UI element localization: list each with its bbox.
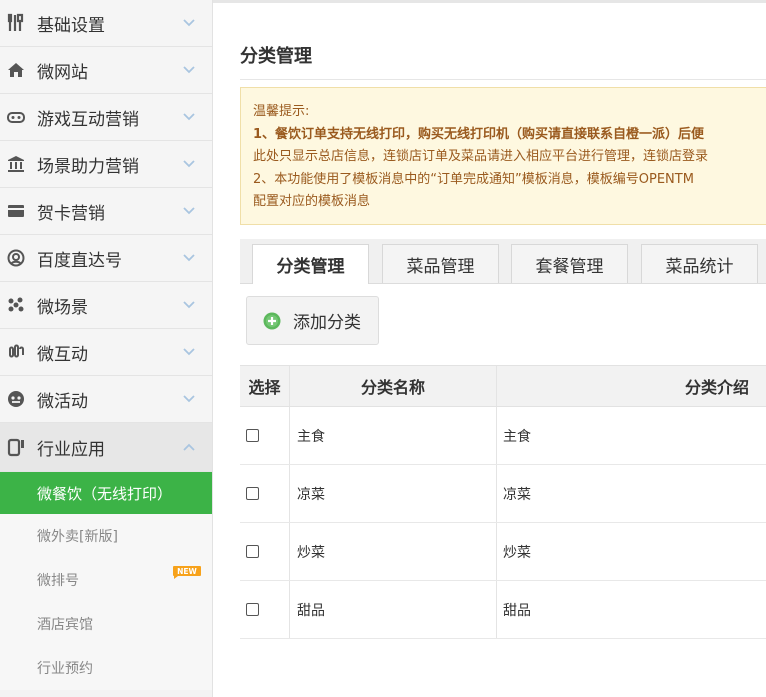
notice-heading: 温馨提示:: [253, 104, 310, 119]
chevron-down-icon: [183, 19, 195, 27]
sidebar-item-label: 基础设置: [37, 15, 105, 36]
sidebar-subitem-label: 酒店宾馆: [37, 617, 93, 633]
sidebar-subitem-reservation[interactable]: 行业预约: [0, 646, 212, 690]
sidebar-item-micro-activity[interactable]: 微活动: [0, 376, 212, 423]
tab-label: 菜品管理: [406, 256, 475, 277]
chevron-down-icon: [183, 254, 195, 262]
sidebar-item-label: 贺卡营销: [37, 203, 105, 224]
sidebar-item-greeting-card[interactable]: 贺卡营销: [0, 188, 212, 235]
sidebar-item-label: 微互动: [37, 344, 88, 365]
sidebar-subitem-label: 微外卖[新版]: [37, 529, 118, 545]
plus-circle-icon: [263, 312, 281, 329]
sidebar-item-micro-scene[interactable]: 微场景: [0, 282, 212, 329]
chevron-down-icon: [183, 395, 195, 403]
tab-bar: 分类管理 菜品管理 套餐管理 菜品统计: [240, 239, 766, 284]
row-checkbox[interactable]: [246, 603, 259, 616]
sidebar-subitem-queue[interactable]: 微排号 NEW: [0, 558, 212, 602]
chevron-down-icon: [183, 66, 195, 74]
sidebar-item-basic-settings[interactable]: 基础设置: [0, 0, 212, 47]
sidebar-item-micro-interaction[interactable]: 微互动: [0, 329, 212, 376]
sidebar: 基础设置 微网站 游戏互动营销 场景助力营销 贺卡营销 百度直达号 微场景 微互…: [0, 0, 213, 697]
cell-category-intro: 甜品: [496, 581, 766, 638]
sidebar-item-game-marketing[interactable]: 游戏互动营销: [0, 94, 212, 141]
header-select: 选择: [248, 378, 281, 397]
tab-set-meal-management[interactable]: 套餐管理: [511, 244, 628, 283]
sidebar-item-industry-apps[interactable]: 行业应用: [0, 423, 212, 472]
chevron-up-icon: [183, 443, 195, 451]
add-category-label: 添加分类: [293, 313, 361, 333]
notice-line: 配置对应的模板消息: [253, 194, 371, 209]
notice-line: 1、餐饮订单支持无线打印，购买无线打印机（购买请直接联系自橙一派）后便: [253, 126, 705, 142]
header-category-name: 分类名称: [289, 366, 496, 406]
sidebar-item-label: 游戏互动营销: [37, 109, 139, 130]
title-divider: [240, 79, 766, 80]
chevron-down-icon: [183, 348, 195, 356]
cell-category-name: 凉菜: [289, 465, 496, 522]
table-header: 选择 分类名称 分类介绍: [240, 365, 766, 407]
cell-category-intro: 主食: [496, 407, 766, 464]
gamepad-icon: [5, 106, 27, 128]
sidebar-subitem-hotel[interactable]: 酒店宾馆: [0, 602, 212, 646]
cell-category-name: 主食: [289, 407, 496, 464]
tab-label: 菜品统计: [665, 256, 734, 277]
mascot-icon: [5, 388, 27, 410]
sidebar-subitem-takeaway[interactable]: 微外卖[新版]: [0, 514, 212, 558]
sidebar-item-scene-marketing[interactable]: 场景助力营销: [0, 141, 212, 188]
flower-icon: [5, 294, 27, 316]
tab-label: 套餐管理: [535, 256, 604, 277]
row-checkbox[interactable]: [246, 429, 259, 442]
top-divider: [213, 0, 766, 3]
row-checkbox[interactable]: [246, 487, 259, 500]
table-row: 主食 主食: [240, 407, 766, 465]
sidebar-item-label: 微活动: [37, 391, 88, 412]
chevron-down-icon: [183, 160, 195, 168]
cell-category-name: 炒菜: [289, 523, 496, 580]
cell-category-intro: 炒菜: [496, 523, 766, 580]
sidebar-item-label: 行业应用: [37, 439, 105, 460]
cell-category-name: 甜品: [289, 581, 496, 638]
phone-icon: [5, 436, 27, 458]
notice-box: 温馨提示: 1、餐饮订单支持无线打印，购买无线打印机（购买请直接联系自橙一派）后…: [240, 87, 766, 225]
tab-category-management[interactable]: 分类管理: [252, 244, 369, 284]
sidebar-subitem-label: 微排号: [37, 573, 79, 589]
new-badge-label: NEW: [177, 567, 197, 576]
table-row: 炒菜 炒菜: [240, 523, 766, 581]
tab-label: 分类管理: [276, 257, 345, 277]
tab-dish-management[interactable]: 菜品管理: [382, 244, 499, 283]
chevron-down-icon: [183, 113, 195, 121]
home-icon: [5, 59, 27, 81]
new-badge: NEW: [173, 566, 201, 579]
cell-category-intro: 凉菜: [496, 465, 766, 522]
chevron-down-icon: [183, 301, 195, 309]
sidebar-subitem-label: 行业预约: [37, 661, 93, 677]
sidebar-item-label: 场景助力营销: [37, 156, 139, 177]
bank-icon: [5, 153, 27, 175]
sidebar-subitem-micro-catering[interactable]: 微餐饮（无线打印）: [0, 472, 212, 514]
table-row: 甜品 甜品: [240, 581, 766, 639]
card-icon: [5, 200, 27, 222]
sidebar-subitem-label: 微餐饮（无线打印）: [37, 484, 173, 503]
sidebar-item-label: 微场景: [37, 297, 88, 318]
row-checkbox[interactable]: [246, 545, 259, 558]
sidebar-item-micro-site[interactable]: 微网站: [0, 47, 212, 94]
sidebar-item-label: 百度直达号: [37, 250, 122, 271]
notice-line: 此处只显示总店信息，连锁店订单及菜品请进入相应平台进行管理，连锁店登录: [253, 149, 709, 164]
chevron-down-icon: [183, 207, 195, 215]
page-title: 分类管理: [240, 46, 312, 67]
table-row: 凉菜 凉菜: [240, 465, 766, 523]
category-table: 选择 分类名称 分类介绍 主食 主食 凉菜 凉菜 炒菜 炒菜 甜品 甜品: [240, 365, 766, 639]
sidebar-item-baidu-direct[interactable]: 百度直达号: [0, 235, 212, 282]
target-icon: [5, 247, 27, 269]
tools-icon: [5, 12, 27, 34]
main-content: 分类管理 温馨提示: 1、餐饮订单支持无线打印，购买无线打印机（购买请直接联系自…: [213, 0, 766, 697]
header-category-intro: 分类介绍: [496, 366, 766, 406]
tab-dish-statistics[interactable]: 菜品统计: [641, 244, 758, 283]
notice-line: 2、本功能使用了模板消息中的“订单完成通知”模板消息，模板编号OPENTM: [253, 171, 694, 187]
add-category-button[interactable]: 添加分类: [246, 296, 379, 345]
link-icon: [5, 341, 27, 363]
sidebar-item-label: 微网站: [37, 62, 88, 83]
